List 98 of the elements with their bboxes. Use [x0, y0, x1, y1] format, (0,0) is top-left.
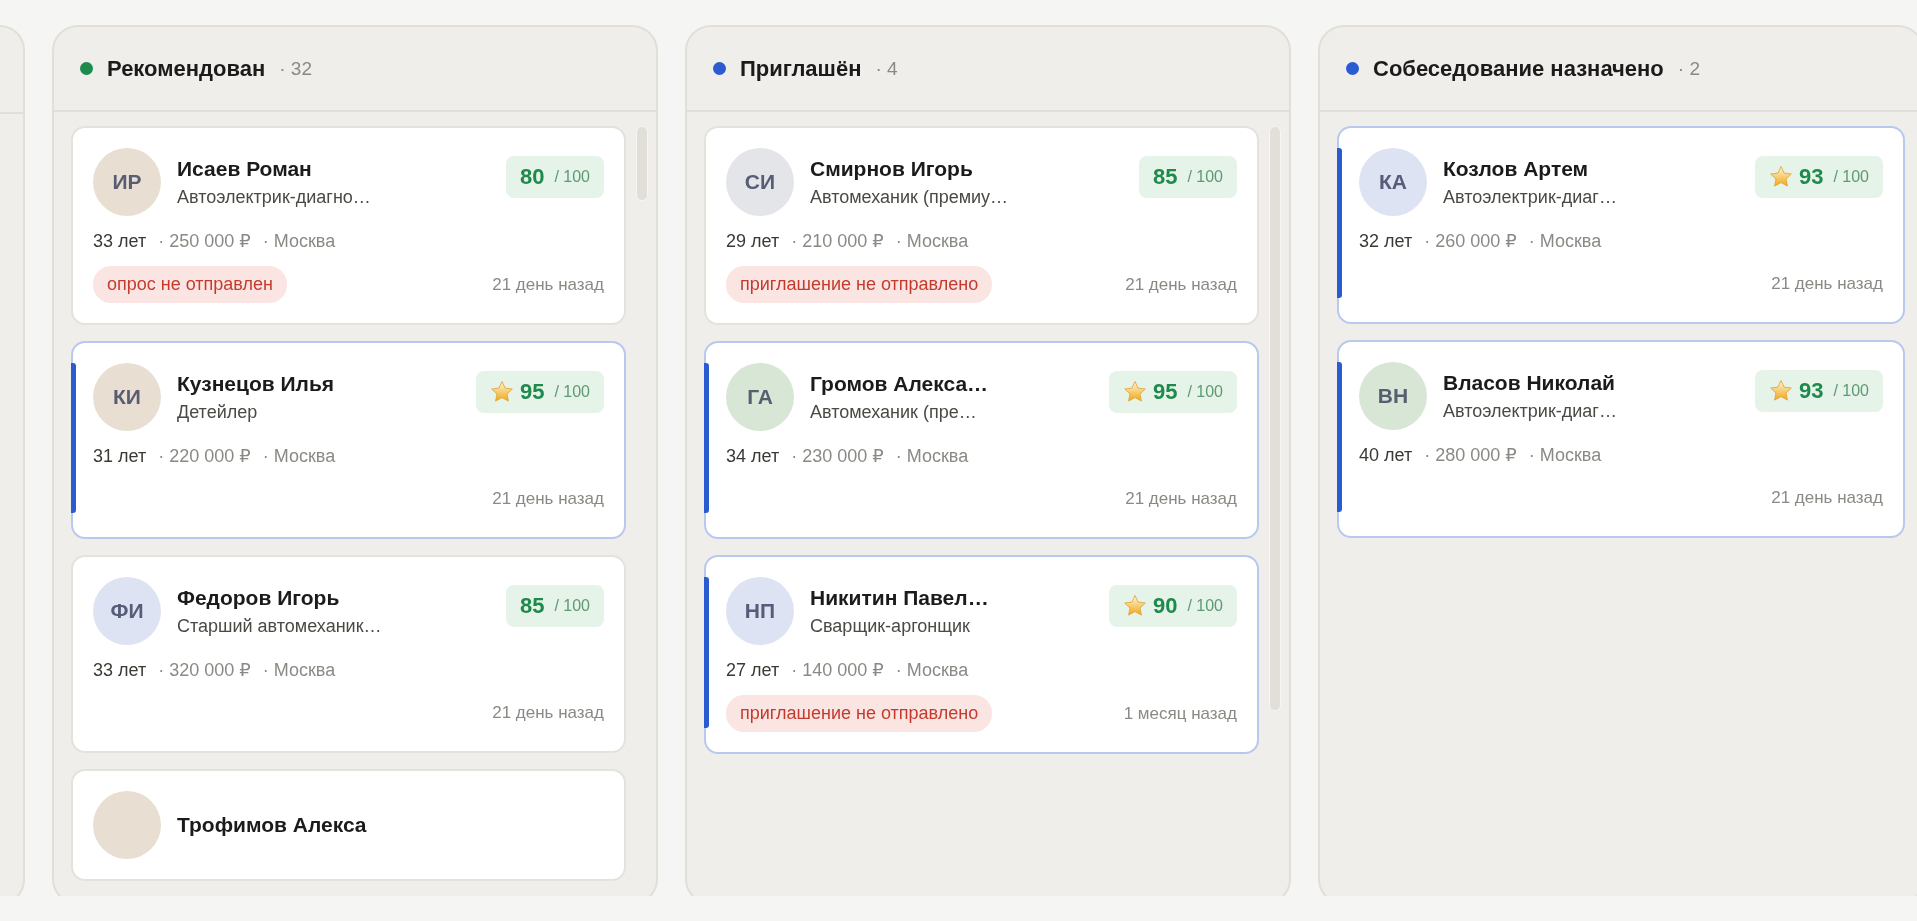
score-max: / 100: [554, 383, 590, 401]
score-value: 85: [519, 593, 545, 619]
time-ago: 21 день назад: [492, 489, 604, 509]
candidate-card[interactable]: ФИ Федоров Игорь Старший автомеханик… 85 / 100 33 лет · 320 000 ₽ · Москва 21 день назад: [71, 555, 626, 753]
avatar: ИР: [93, 148, 161, 216]
time-ago: 21 день назад: [492, 703, 604, 723]
column-title: Приглашён: [740, 55, 862, 82]
status-tag: приглашение не отправлено: [726, 266, 993, 303]
candidate-name: Козлов Артем: [1443, 156, 1590, 181]
candidate-salary: · 140 000 ₽: [791, 659, 884, 681]
candidate-role: Автомеханик (премиу…: [810, 186, 1010, 208]
candidate-name: Громов Алекса…: [810, 371, 990, 396]
score-value: 95: [519, 379, 545, 405]
candidate-salary: · 320 000 ₽: [158, 659, 251, 681]
candidate-name: Кузнецов Илья: [177, 371, 336, 396]
score-value: 93: [1798, 378, 1824, 404]
candidate-city: · Москва: [895, 446, 969, 467]
candidate-card[interactable]: КА Козлов Артем Автоэлектрик-диаг… 93 / 100 32 лет · 260 000 ₽ · Москва 21 день назад: [1337, 126, 1905, 324]
candidate-city: · Москва: [1528, 231, 1602, 252]
score-max: / 100: [554, 168, 590, 186]
star-icon: [1768, 165, 1793, 189]
avatar: НП: [726, 577, 794, 645]
candidate-name: Никитин Павел…: [810, 585, 990, 610]
candidate-age: 33 лет: [93, 231, 147, 252]
status-tag: приглашение не отправлено: [726, 695, 993, 732]
candidate-salary: · 230 000 ₽: [791, 445, 884, 467]
score-value: 95: [1152, 379, 1178, 405]
avatar: ВН: [1359, 362, 1427, 430]
candidate-name: Власов Николай: [1443, 370, 1616, 395]
candidate-age: 31 лет: [93, 446, 147, 467]
candidate-age: 27 лет: [726, 660, 780, 681]
candidate-city: · Москва: [895, 231, 969, 252]
scrollbar-thumb[interactable]: [636, 126, 648, 201]
candidate-salary: · 220 000 ₽: [158, 445, 251, 467]
candidate-age: 29 лет: [726, 231, 780, 252]
score-max: / 100: [1833, 168, 1869, 186]
candidate-role: Детейлер: [177, 401, 259, 423]
candidate-name: Исаев Роман: [177, 156, 313, 181]
candidate-role: Автомеханик (пре…: [810, 401, 978, 423]
candidate-card[interactable]: ГА Громов Алекса… Автомеханик (пре… 95 / 100 34 лет · 230 000 ₽ · Москва 21 день назад: [704, 341, 1259, 539]
candidate-age: 33 лет: [93, 660, 147, 681]
candidate-role: Автоэлектрик-диагно…: [177, 186, 372, 208]
candidate-salary: · 210 000 ₽: [791, 230, 884, 252]
candidate-age: 32 лет: [1359, 231, 1413, 252]
column-count: · 32: [279, 57, 312, 80]
time-ago: 21 день назад: [1771, 274, 1883, 294]
candidate-salary: · 250 000 ₽: [158, 230, 251, 252]
column-count: · 4: [875, 57, 898, 80]
candidate-city: · Москва: [895, 660, 969, 681]
candidate-name: Трофимов Алекса: [177, 813, 368, 837]
candidate-role: Старший автомеханик…: [177, 615, 383, 637]
candidate-name: Смирнов Игорь: [810, 156, 974, 181]
candidate-role: Автоэлектрик-диаг…: [1443, 400, 1618, 422]
candidate-age: 34 лет: [726, 446, 780, 467]
column-title: Рекомендован: [107, 55, 266, 82]
time-ago: 21 день назад: [1125, 489, 1237, 509]
score-value: 90: [1152, 593, 1178, 619]
candidate-card[interactable]: НП Никитин Павел… Сварщик-аргонщик 90 / 100 27 лет · 140 000 ₽ · Москва приглашение не отправлено 1 месяц назад: [704, 555, 1259, 754]
candidate-card[interactable]: СИ Смирнов Игорь Автомеханик (премиу… 85 / 100 29 лет · 210 000 ₽ · Москва приглашение не отправлено 21 день назад: [704, 126, 1259, 325]
candidate-card[interactable]: КИ Кузнецов Илья Детейлер 95 / 100 31 лет · 220 000 ₽ · Москва 21 день назад: [71, 341, 626, 539]
candidate-card[interactable]: ИР Исаев Роман Автоэлектрик-диагно… 80 / 100 33 лет · 250 000 ₽ · Москва опрос не отправлен 21 день назад: [71, 126, 626, 325]
candidate-salary: · 280 000 ₽: [1424, 444, 1517, 466]
avatar: КИ: [93, 363, 161, 431]
avatar: ФИ: [93, 577, 161, 645]
candidate-salary: · 260 000 ₽: [1424, 230, 1517, 252]
score-max: / 100: [1833, 382, 1869, 400]
score-value: 85: [1152, 164, 1178, 190]
star-icon: [489, 380, 514, 404]
score-max: / 100: [554, 597, 590, 615]
time-ago: 21 день назад: [492, 274, 604, 295]
candidate-name: Федоров Игорь: [177, 585, 341, 610]
avatar: ГА: [726, 363, 794, 431]
candidate-city: · Москва: [262, 446, 336, 467]
column-title: Собеседование назначено: [1373, 55, 1664, 82]
candidate-role: Автоэлектрик-диаг…: [1443, 186, 1618, 208]
star-icon: [1768, 379, 1793, 403]
star-icon: [1122, 380, 1147, 404]
score-value: 80: [519, 164, 545, 190]
score-max: / 100: [1187, 597, 1223, 615]
candidate-city: · Москва: [262, 231, 336, 252]
candidate-city: · Москва: [1528, 445, 1602, 466]
score-max: / 100: [1187, 168, 1223, 186]
scrollbar-thumb[interactable]: [1269, 126, 1281, 711]
score-max: / 100: [1187, 383, 1223, 401]
column-count: · 2: [1677, 57, 1700, 80]
candidate-role: Сварщик-аргонщик: [810, 615, 971, 637]
candidate-city: · Москва: [262, 660, 336, 681]
time-ago: 21 день назад: [1125, 274, 1237, 295]
avatar: СИ: [726, 148, 794, 216]
avatar: КА: [1359, 148, 1427, 216]
score-value: 93: [1798, 164, 1824, 190]
candidate-card[interactable]: ВН Власов Николай Автоэлектрик-диаг… 93 / 100 40 лет · 280 000 ₽ · Москва 21 день назад: [1337, 340, 1905, 538]
time-ago: 1 месяц назад: [1123, 703, 1237, 724]
star-icon: [1122, 594, 1147, 618]
time-ago: 21 день назад: [1771, 488, 1883, 508]
candidate-age: 40 лет: [1359, 445, 1413, 466]
candidate-card[interactable]: Трофимов Алекса: [71, 769, 626, 881]
status-tag: опрос не отправлен: [93, 266, 287, 303]
